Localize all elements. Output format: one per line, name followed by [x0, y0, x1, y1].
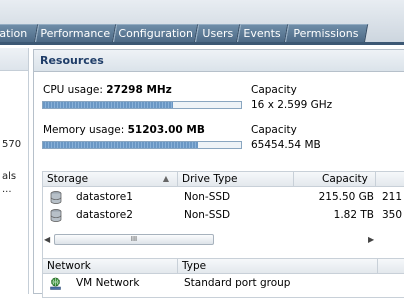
scroll-thumb[interactable]: III — [54, 234, 214, 245]
tab-users[interactable]: Users — [195, 24, 241, 42]
datastore-extra: 350 — [382, 209, 403, 221]
datastore-icon — [50, 209, 62, 225]
tab-performance[interactable]: Performance — [35, 24, 117, 42]
general-panel-header — [0, 48, 28, 71]
drive-type: Non-SSD — [184, 209, 231, 221]
capacity-column-header[interactable]: Capacity — [294, 172, 376, 186]
general-value-2: als — [2, 171, 17, 182]
datastore-name: datastore2 — [76, 209, 133, 221]
datastore-capacity: 215.50 GB — [318, 191, 374, 203]
datastore-name: datastore1 — [76, 191, 133, 203]
memory-capacity-label: Capacity — [251, 124, 297, 136]
sort-ascending-icon: ▲ — [162, 174, 169, 183]
network-name: VM Network — [76, 277, 140, 289]
tab-permissions[interactable]: Permissions — [285, 24, 369, 42]
storage-table-header: Storage ▲ Drive Type Capacity — [43, 172, 404, 187]
tab-configuration[interactable]: Configuration — [113, 24, 199, 42]
cpu-capacity-label: Capacity — [251, 84, 297, 96]
datastore-icon — [50, 191, 62, 207]
storage-column-header[interactable]: Storage ▲ — [43, 172, 178, 186]
storage-horizontal-scrollbar[interactable]: ◀ III ▶ — [42, 233, 377, 246]
tab-events[interactable]: Events — [237, 24, 289, 42]
cpu-usage-value: 27298 MHz — [106, 84, 172, 96]
scroll-left-icon[interactable]: ◀ — [44, 234, 50, 245]
network-column-header[interactable]: Network — [43, 259, 178, 273]
cpu-usage-meter — [42, 101, 242, 109]
scroll-right-icon[interactable]: ▶ — [368, 234, 374, 245]
tab-bar: ation Performance Configuration Users Ev… — [0, 0, 404, 42]
network-table: Network Type VM Network Standard port gr… — [42, 258, 404, 298]
memory-usage-value: 51203.00 MB — [127, 124, 205, 136]
tab-summary[interactable]: ation — [0, 24, 39, 42]
cpu-capacity-value: 16 x 2.599 GHz — [251, 99, 333, 111]
network-icon — [49, 277, 62, 293]
memory-usage-fill — [43, 142, 198, 148]
drive-type: Non-SSD — [184, 191, 231, 203]
table-row[interactable]: datastore1 Non-SSD 215.50 GB 211 — [43, 189, 404, 207]
general-panel: 570 als ... — [0, 48, 29, 294]
tab-bar-divider — [0, 42, 404, 45]
memory-usage-meter — [42, 141, 242, 149]
type-column-header[interactable]: Type — [178, 259, 378, 273]
cpu-usage-fill — [43, 102, 173, 108]
table-row[interactable]: VM Network Standard port group — [43, 275, 404, 293]
network-table-header: Network Type — [43, 259, 404, 274]
resources-panel: Resources CPU usage: 27298 MHz Capacity … — [33, 49, 404, 298]
general-value-1: 570 — [2, 139, 22, 150]
table-row[interactable]: datastore2 Non-SSD 1.82 TB 350 — [43, 207, 404, 225]
general-value-3: ... — [2, 184, 12, 195]
cpu-usage-label: CPU usage: 27298 MHz — [43, 84, 172, 96]
memory-usage-label: Memory usage: 51203.00 MB — [43, 124, 205, 136]
datastore-capacity: 1.82 TB — [333, 209, 374, 221]
network-type: Standard port group — [184, 277, 291, 289]
resources-title: Resources — [34, 50, 404, 72]
memory-capacity-value: 65454.54 MB — [251, 139, 321, 151]
datastore-extra: 211 — [382, 191, 403, 203]
drive-type-column-header[interactable]: Drive Type — [178, 172, 294, 186]
extra-column-header[interactable] — [376, 172, 404, 186]
